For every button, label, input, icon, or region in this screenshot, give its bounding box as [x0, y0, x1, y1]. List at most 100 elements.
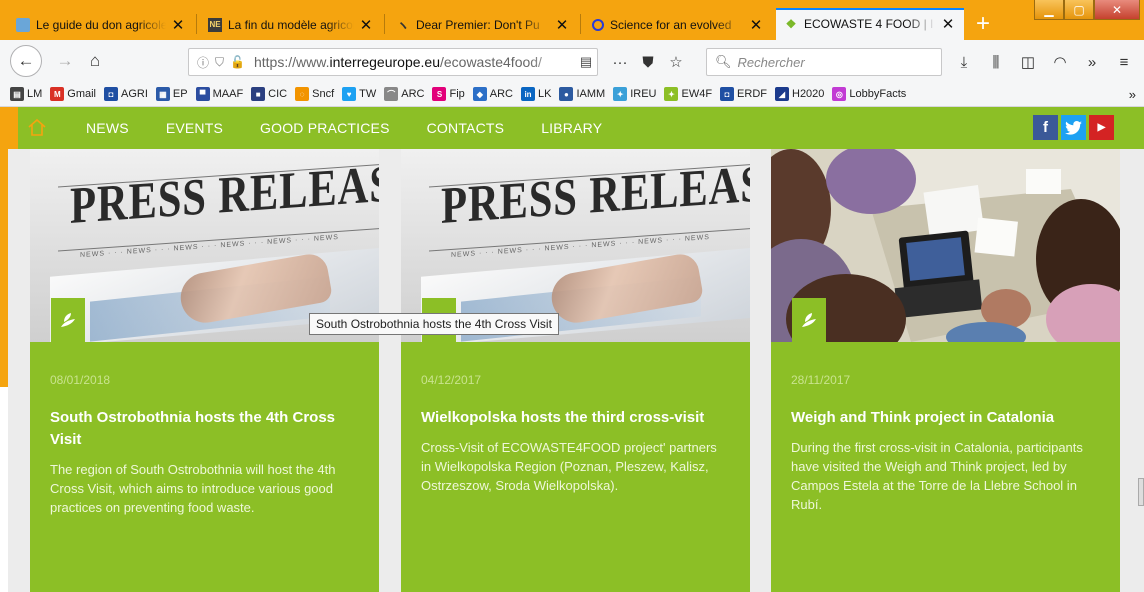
tab-title: ECOWASTE 4 FOOD | I: [804, 17, 934, 31]
close-window-icon[interactable]: ✕: [1094, 0, 1140, 20]
press-release-headline: PRESS RELEASE: [441, 153, 750, 235]
bookmark-lm[interactable]: ▤ LM: [10, 87, 42, 101]
card-title[interactable]: South Ostrobothnia hosts the 4th Cross V…: [50, 407, 359, 451]
tab-science[interactable]: Science for an evolved ✕: [584, 9, 772, 40]
bookmark-arc[interactable]: ◆ ARC: [472, 87, 513, 101]
bookmark-ireu[interactable]: ✦ IREU: [613, 87, 656, 101]
close-icon[interactable]: ✕: [940, 15, 956, 33]
bookmark-maaf[interactable]: ▀ MAAF: [195, 87, 243, 101]
bookmark-label: ARC: [401, 88, 425, 100]
bookmark-favicon-icon: ◆: [472, 87, 487, 101]
news-card[interactable]: 28/11/2017 Weigh and Think project in Ca…: [771, 149, 1120, 592]
close-icon[interactable]: ✕: [358, 16, 374, 34]
bookmark-favicon-icon: ⌒: [384, 87, 399, 101]
youtube-icon[interactable]: ▶: [1089, 115, 1114, 140]
bookmark-label: Fip: [449, 88, 465, 100]
menu-library[interactable]: LIBRARY: [541, 120, 602, 136]
bookmark-h2020[interactable]: ◢ H2020: [775, 87, 824, 101]
leaf-badge-icon: [792, 298, 826, 342]
site-header: NEWS EVENTS GOOD PRACTICES CONTACTS LIBR…: [18, 107, 1144, 149]
bookmark-iamm[interactable]: ● IAMM: [559, 87, 605, 101]
menu-news[interactable]: NEWS: [86, 120, 129, 136]
card-title[interactable]: Weigh and Think project in Catalonia: [791, 407, 1100, 429]
bookmark-star-icon[interactable]: ☆: [662, 53, 690, 71]
tab-guide-don[interactable]: Le guide du don agricole ✕: [8, 9, 194, 40]
maximize-icon[interactable]: ▢: [1064, 0, 1094, 20]
bookmark-label: IAMM: [576, 88, 606, 100]
scroll-indicator[interactable]: [1138, 478, 1144, 506]
bookmark-favicon-icon: M: [50, 87, 65, 101]
url-bar[interactable]: ⓘ ⛉ 🔓 https://www.interregeurope.eu/ecow…: [188, 48, 598, 76]
bookmark-favicon-icon: S: [432, 87, 447, 101]
tab-ecowaste[interactable]: ❖ ECOWASTE 4 FOOD | I ✕: [776, 8, 964, 40]
bookmark-cic[interactable]: ■ CIC: [251, 87, 287, 101]
sidebar-icon[interactable]: ◫: [1012, 53, 1044, 71]
bookmark-favicon-icon: ◘: [720, 87, 735, 101]
back-button[interactable]: ←: [10, 45, 42, 77]
browser-titlebar: Le guide du don agricole ✕ NE La fin du …: [0, 0, 1144, 40]
rss-icon: ヽ: [396, 18, 410, 33]
forward-button[interactable]: →: [52, 48, 78, 74]
navigation-toolbar: ← → ⌂ ⓘ ⛉ 🔓 https://www.interregeurope.e…: [0, 40, 1144, 82]
menu-events[interactable]: EVENTS: [166, 120, 223, 136]
bookmarks-more-chevron-icon[interactable]: »: [1129, 87, 1136, 102]
bookmark-label: Sncf: [312, 88, 335, 100]
tab-title: La fin du modèle agricole: [228, 17, 354, 32]
library-icon[interactable]: ⫼: [980, 54, 1012, 71]
lock-warning-icon[interactable]: 🔓: [230, 55, 245, 69]
tab-separator: [196, 14, 197, 34]
bookmark-lobbyfacts[interactable]: ◎ LobbyFacts: [832, 87, 906, 101]
bookmark-label: H2020: [792, 88, 825, 100]
card-title[interactable]: Wielkopolska hosts the third cross-visit: [421, 407, 730, 429]
twitter-icon[interactable]: [1061, 115, 1086, 140]
close-icon[interactable]: ✕: [748, 16, 764, 34]
pocket-icon[interactable]: ⛊: [634, 54, 662, 71]
card-description: Cross-Visit of ECOWASTE4FOOD project' pa…: [421, 440, 717, 493]
bookmark-label: EP: [172, 88, 188, 100]
tab-dear-premier[interactable]: ヽ Dear Premier: Don't Pu ✕: [388, 9, 578, 40]
search-input[interactable]: 🔍︎ Rechercher: [706, 48, 942, 76]
bookmark-arc[interactable]: ⌒ ARC: [384, 87, 424, 101]
menu-contacts[interactable]: CONTACTS: [427, 120, 505, 136]
bookmark-tw[interactable]: ♥ TW: [342, 87, 376, 101]
more-actions-icon[interactable]: ···: [606, 54, 634, 71]
bookmark-favicon-icon: ✦: [613, 87, 628, 101]
bookmark-favicon-icon: ◌: [295, 87, 310, 101]
close-icon[interactable]: ✕: [170, 16, 186, 34]
tracking-shield-icon[interactable]: ⛉: [215, 55, 224, 70]
card-description: During the first cross-visit in Cataloni…: [791, 440, 1083, 512]
bookmark-ew4f[interactable]: ✦ EW4F: [664, 87, 712, 101]
bookmark-ep[interactable]: ▦ EP: [155, 87, 188, 101]
social-links: f ▶: [1033, 115, 1117, 140]
card-date: 04/12/2017: [421, 373, 482, 387]
news-card[interactable]: PRESS RELEASE NEWS · · · NEWS · · · NEWS…: [30, 149, 379, 592]
bookmark-label: Gmail: [67, 88, 97, 100]
overflow-chevron-icon[interactable]: »: [1076, 54, 1108, 71]
menu-icon[interactable]: ≡: [1108, 54, 1140, 71]
menu-good-practices[interactable]: GOOD PRACTICES: [260, 120, 390, 136]
ne-favicon-icon: NE: [208, 17, 222, 32]
url-text[interactable]: https://www.interregeurope.eu/ecowaste4f…: [254, 54, 575, 70]
bookmark-agri[interactable]: ◘ AGRI: [104, 87, 148, 101]
bookmark-erdf[interactable]: ◘ ERDF: [720, 87, 767, 101]
bookmark-sncf[interactable]: ◌ Sncf: [295, 87, 334, 101]
card-date: 28/11/2017: [791, 373, 851, 387]
minimize-icon[interactable]: ▁: [1034, 0, 1064, 20]
reader-view-icon[interactable]: ▤: [575, 54, 597, 70]
bookmark-fip[interactable]: S Fip: [432, 87, 465, 101]
bookmark-favicon-icon: ✦: [664, 87, 679, 101]
close-icon[interactable]: ✕: [554, 16, 570, 34]
info-icon[interactable]: ⓘ: [197, 54, 209, 71]
window-controls: ▁ ▢ ✕: [1034, 0, 1140, 20]
tab-fin-modele[interactable]: NE La fin du modèle agricole ✕: [200, 9, 382, 40]
bookmark-gmail[interactable]: M Gmail: [50, 87, 96, 101]
extension-icon[interactable]: ◠: [1044, 53, 1076, 71]
facebook-icon[interactable]: f: [1033, 115, 1058, 140]
news-card[interactable]: PRESS RELEASE NEWS · · · NEWS · · · NEWS…: [401, 149, 750, 592]
new-tab-button[interactable]: +: [966, 8, 1000, 40]
home-icon[interactable]: [27, 117, 47, 137]
bookmark-lk[interactable]: in LK: [521, 87, 551, 101]
download-icon[interactable]: ⤓: [948, 54, 980, 71]
leaf-badge-icon: [51, 298, 85, 342]
home-button[interactable]: ⌂: [82, 48, 108, 74]
